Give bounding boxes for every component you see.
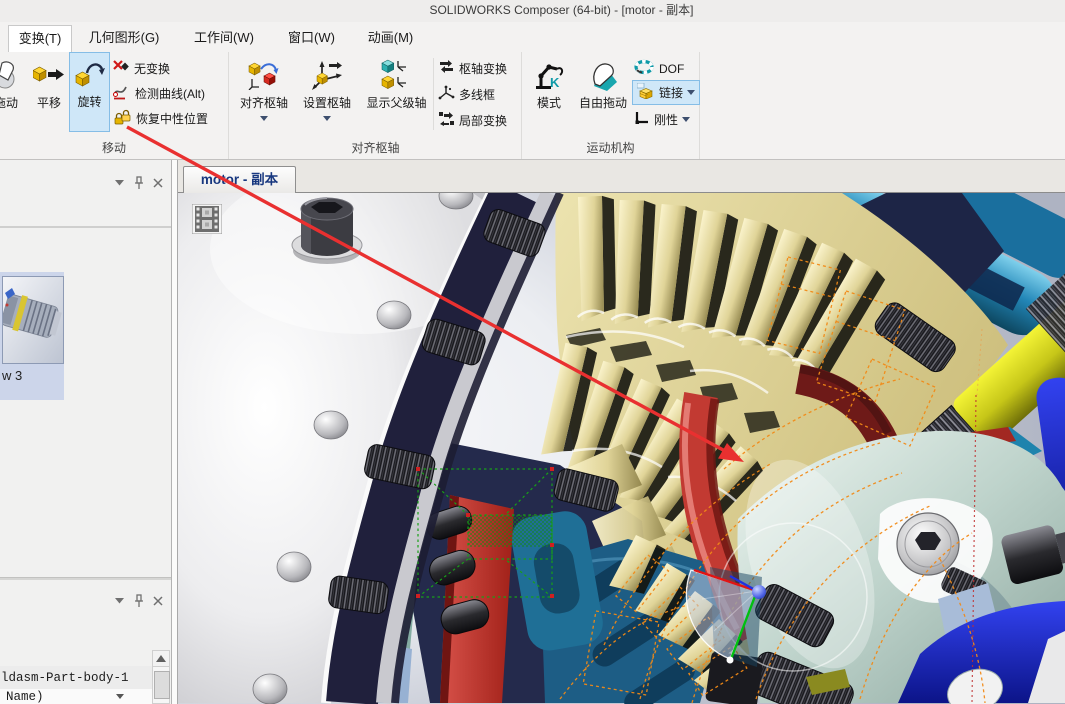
- property-row[interactable]: Name): [0, 689, 152, 704]
- move-group-label: 移动: [0, 139, 228, 156]
- panel-pin-icon[interactable]: [134, 176, 144, 190]
- view-item-selected[interactable]: w 3: [0, 272, 64, 400]
- rigid-button[interactable]: 刚性: [634, 110, 690, 128]
- align-pivot-dropdown[interactable]: [260, 116, 268, 121]
- ribbon-tab-row: 变换(T) 几何图形(G) 工作间(W) 窗口(W) 动画(M): [0, 22, 1065, 52]
- kinematics-group-label: 运动机构: [522, 139, 699, 156]
- document-tab-motor[interactable]: motor - 副本: [183, 166, 296, 193]
- title-bar: SOLIDWORKS Composer (64-bit) - [motor - …: [0, 0, 1065, 22]
- panel-divider: [0, 226, 171, 228]
- dof-button[interactable]: DOF: [634, 58, 684, 79]
- scrollbar-thumb[interactable]: [154, 671, 170, 699]
- align-pivot-group-label: 对齐枢轴: [230, 139, 521, 156]
- panel-menu-chevron-icon[interactable]: [115, 598, 125, 604]
- drag-button[interactable]: 拖动: [0, 54, 28, 111]
- tab-transform[interactable]: 变换(T): [8, 25, 72, 52]
- no-transform-button[interactable]: 无变换: [113, 59, 170, 77]
- translate-button[interactable]: 平移: [30, 54, 68, 111]
- document-tab-strip: motor - 副本: [178, 160, 1065, 193]
- panel-close-icon[interactable]: [153, 596, 163, 606]
- window-title: SOLIDWORKS Composer (64-bit) - [motor - …: [429, 3, 693, 17]
- group-inner-separator: [433, 58, 434, 130]
- free-drag-button[interactable]: 自由拖动: [573, 54, 633, 111]
- scroll-up-arrow-icon: [156, 655, 166, 662]
- hex-socket-bolt[interactable]: [292, 198, 362, 264]
- panel-close-icon[interactable]: [153, 178, 163, 188]
- rigid-icon: [634, 110, 650, 128]
- mode-icon: K: [533, 57, 565, 93]
- show-parent-axis-button[interactable]: 显示父级轴: [359, 54, 434, 111]
- properties-panel-header: [115, 594, 163, 608]
- view-thumbnail-label: w 3: [2, 368, 22, 383]
- set-pivot-button[interactable]: 设置枢轴: [297, 54, 357, 121]
- tab-geometry[interactable]: 几何图形(G): [85, 25, 163, 52]
- detect-curve-icon: [113, 84, 131, 103]
- restore-neutral-position-icon: [113, 109, 132, 128]
- align-pivot-button[interactable]: 对齐枢轴: [233, 54, 295, 121]
- panel-menu-chevron-icon[interactable]: [115, 180, 125, 186]
- scrollbar-track[interactable]: [152, 667, 170, 704]
- no-transform-icon: [113, 59, 130, 77]
- tab-workshop[interactable]: 工作间(W): [192, 25, 256, 52]
- property-row[interactable]: ldasm-Part-body-1: [0, 666, 152, 689]
- views-panel-header: [115, 176, 163, 190]
- multi-wireframe-button[interactable]: 多线框: [438, 85, 495, 103]
- align-pivot-icon: [248, 57, 280, 93]
- rotate-icon: [74, 56, 106, 92]
- set-pivot-icon: [311, 57, 343, 93]
- translate-icon: [33, 57, 65, 93]
- ribbon-group-move: 拖动 平移 旋转 无变换: [0, 52, 229, 159]
- 3d-scene[interactable]: [178, 193, 1065, 704]
- mode-button[interactable]: K 模式: [527, 54, 571, 111]
- multi-wireframe-icon: [438, 85, 455, 103]
- rotate-button[interactable]: 旋转: [69, 52, 110, 132]
- ribbon-group-align-pivot: 对齐枢轴 设置枢轴 显示父级轴 枢轴变换: [230, 52, 522, 159]
- animation-mode-icon[interactable]: [192, 204, 222, 239]
- local-transform-button[interactable]: 局部变换: [438, 111, 507, 129]
- pivot-transform-button[interactable]: 枢轴变换: [438, 59, 507, 77]
- set-pivot-dropdown[interactable]: [323, 116, 331, 121]
- free-drag-icon: [586, 57, 620, 93]
- tab-animation[interactable]: 动画(M): [363, 25, 418, 52]
- view-thumbnail[interactable]: [2, 276, 64, 364]
- property-dropdown[interactable]: [116, 694, 124, 699]
- link-dropdown[interactable]: [687, 90, 695, 95]
- dof-icon: [634, 58, 655, 79]
- tab-window[interactable]: 窗口(W): [285, 25, 338, 52]
- drag-icon: [0, 57, 21, 93]
- panel-pin-icon[interactable]: [134, 594, 144, 608]
- ribbon-group-kinematics: K 模式 自由拖动 DOF 链接: [522, 52, 700, 159]
- restore-neutral-button[interactable]: 恢复中性位置: [113, 109, 208, 128]
- viewport-3d[interactable]: [178, 193, 1065, 704]
- rigid-dropdown[interactable]: [682, 117, 690, 122]
- ribbon: 拖动 平移 旋转 无变换: [0, 52, 1065, 160]
- pivot-transform-icon: [438, 59, 455, 77]
- local-transform-icon: [438, 111, 455, 129]
- detect-curve-button[interactable]: 检测曲线(Alt): [113, 84, 205, 103]
- svg-text:K: K: [550, 75, 560, 90]
- scrollbar-up-button[interactable]: [152, 650, 170, 667]
- show-parent-axis-icon: [380, 57, 414, 93]
- solidworks-composer-window: SOLIDWORKS Composer (64-bit) - [motor - …: [0, 0, 1065, 704]
- left-sidebar: w 3 ldasm-Part-body-1 Name): [0, 160, 172, 704]
- link-icon: [637, 83, 655, 102]
- link-button[interactable]: 链接: [632, 80, 700, 105]
- panel-splitter[interactable]: [0, 577, 171, 580]
